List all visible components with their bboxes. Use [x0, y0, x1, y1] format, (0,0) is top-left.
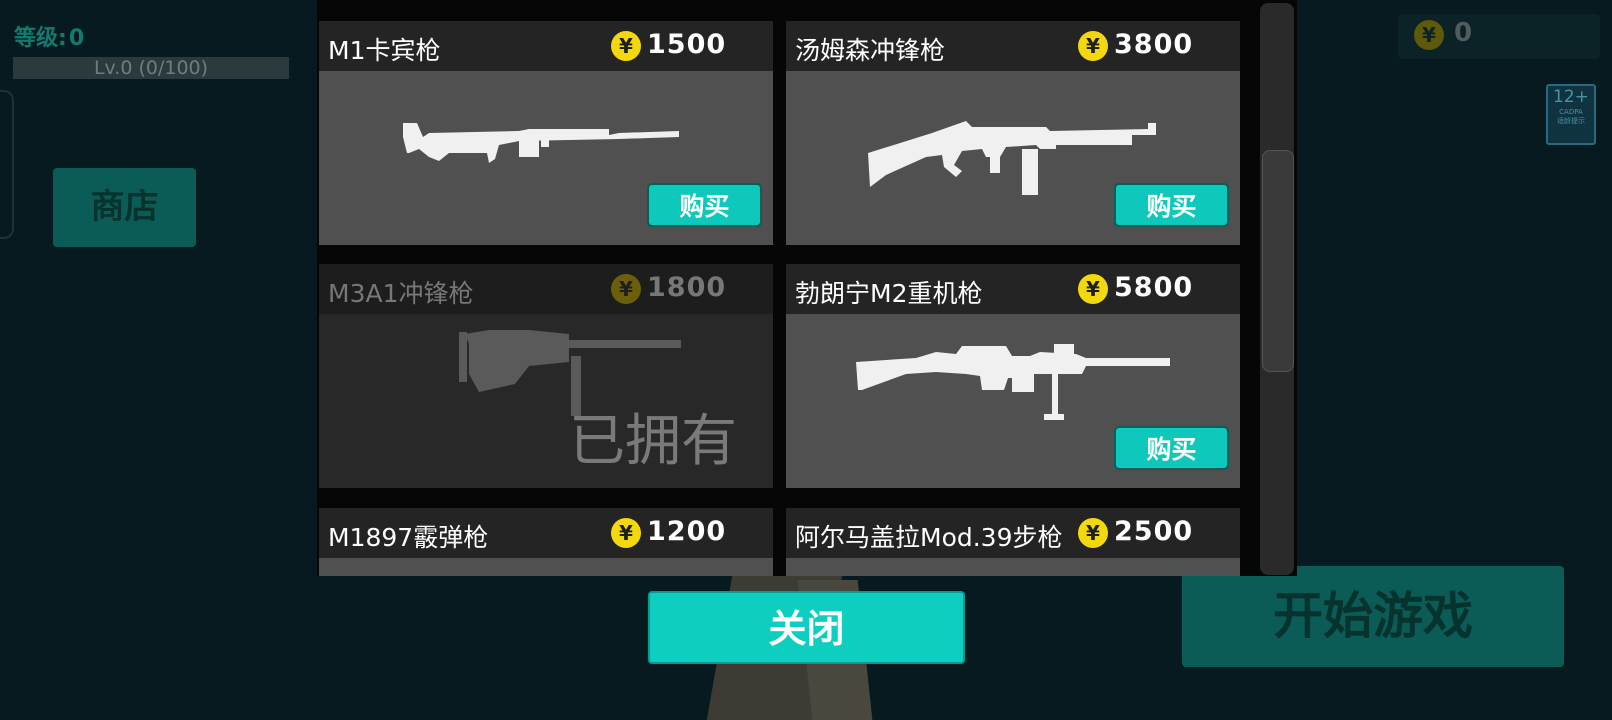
level-value: 0 — [68, 26, 85, 51]
experience-bar: Lv.0 (0/100) — [13, 57, 289, 79]
shop-item-browning-m2: 勃朗宁M2重机枪 ¥ 5800 购买 — [786, 264, 1240, 488]
side-panel-edge[interactable] — [0, 90, 14, 239]
item-header: 阿尔马盖拉Mod.39步枪 ¥ 2500 — [786, 508, 1240, 558]
item-price: 1200 — [647, 516, 727, 547]
item-header: 勃朗宁M2重机枪 ¥ 5800 — [786, 264, 1240, 314]
shop-item-thompson: 汤姆森冲锋枪 ¥ 3800 购买 — [786, 21, 1240, 245]
coin-icon: ¥ — [1078, 31, 1108, 61]
shop-button[interactable]: 商店 — [53, 168, 196, 247]
level-label: 等级: — [14, 26, 67, 51]
item-price: 5800 — [1114, 272, 1194, 303]
buy-button[interactable]: 购买 — [1114, 183, 1229, 227]
coin-icon: ¥ — [611, 518, 641, 548]
item-price: 3800 — [1114, 29, 1194, 60]
shop-item-m1897: M1897霰弹枪 ¥ 1200 — [319, 508, 773, 576]
buy-button[interactable]: 购买 — [647, 183, 762, 227]
item-price: 1500 — [647, 29, 727, 60]
item-name: M3A1冲锋枪 — [328, 279, 474, 308]
age-rating-org: CADPA — [1559, 108, 1583, 116]
item-name: M1897霰弹枪 — [328, 523, 489, 552]
item-name: M1卡宾枪 — [328, 36, 441, 65]
start-game-button[interactable]: 开始游戏 — [1182, 566, 1564, 667]
close-button[interactable]: 关闭 — [648, 591, 965, 664]
level-display: 等级:0 — [14, 20, 84, 52]
coin-balance: 0 — [1454, 18, 1473, 48]
shop-item-mod39: 阿尔马盖拉Mod.39步枪 ¥ 2500 — [786, 508, 1240, 576]
item-name: 汤姆森冲锋枪 — [795, 36, 946, 65]
item-price: 2500 — [1114, 516, 1194, 547]
item-name: 阿尔马盖拉Mod.39步枪 — [795, 523, 1063, 552]
coin-icon: ¥ — [611, 274, 641, 304]
age-rating-note: 适龄提示 — [1557, 117, 1585, 125]
item-price: 1800 — [647, 272, 727, 303]
item-header: M1897霰弹枪 ¥ 1200 — [319, 508, 773, 558]
coin-icon: ¥ — [1078, 274, 1108, 304]
item-name: 勃朗宁M2重机枪 — [795, 279, 983, 308]
shop-item-m1-carbine: M1卡宾枪 ¥ 1500 购买 — [319, 21, 773, 245]
item-header: M1卡宾枪 ¥ 1500 — [319, 21, 773, 71]
owned-label: 已拥有 — [569, 409, 737, 474]
age-rating-badge: 12+ CADPA 适龄提示 — [1546, 84, 1596, 145]
item-header: M3A1冲锋枪 ¥ 1800 — [319, 264, 773, 314]
coin-balance-panel: ¥ 0 — [1398, 14, 1600, 59]
coin-icon: ¥ — [1078, 518, 1108, 548]
item-header: 汤姆森冲锋枪 ¥ 3800 — [786, 21, 1240, 71]
shop-item-m3a1: M3A1冲锋枪 ¥ 1800 已拥有 — [319, 264, 773, 488]
shop-scrollbar-thumb[interactable] — [1262, 150, 1294, 372]
coin-icon: ¥ — [611, 31, 641, 61]
buy-button[interactable]: 购买 — [1114, 426, 1229, 470]
age-rating: 12+ — [1553, 87, 1589, 107]
coin-icon: ¥ — [1414, 20, 1444, 50]
